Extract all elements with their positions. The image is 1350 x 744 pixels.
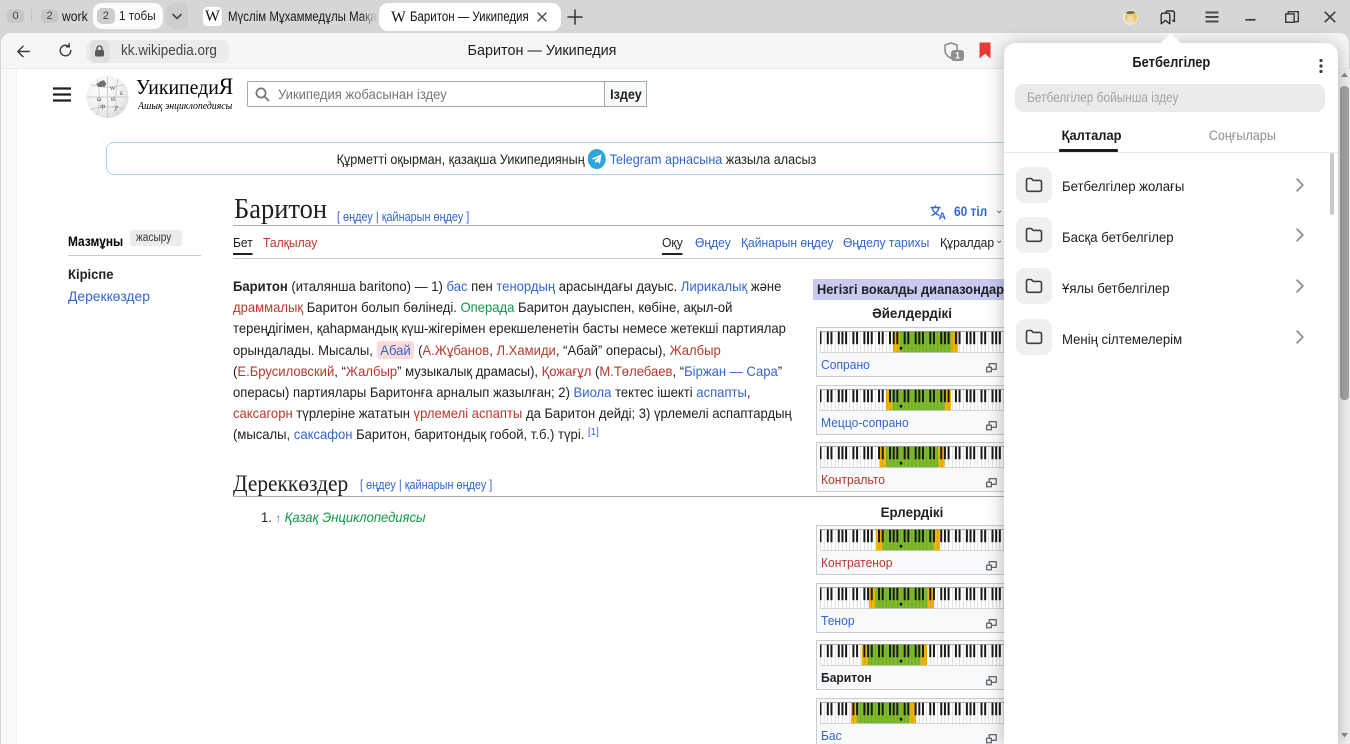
svg-text:Ω: Ω bbox=[97, 97, 101, 103]
svg-text:A: A bbox=[939, 211, 947, 221]
svg-text:ア: ア bbox=[113, 106, 119, 113]
svg-text:W: W bbox=[110, 86, 116, 92]
svg-text:1: 1 bbox=[955, 51, 960, 61]
svg-text:中: 中 bbox=[100, 103, 106, 111]
svg-text:И: И bbox=[111, 97, 115, 103]
